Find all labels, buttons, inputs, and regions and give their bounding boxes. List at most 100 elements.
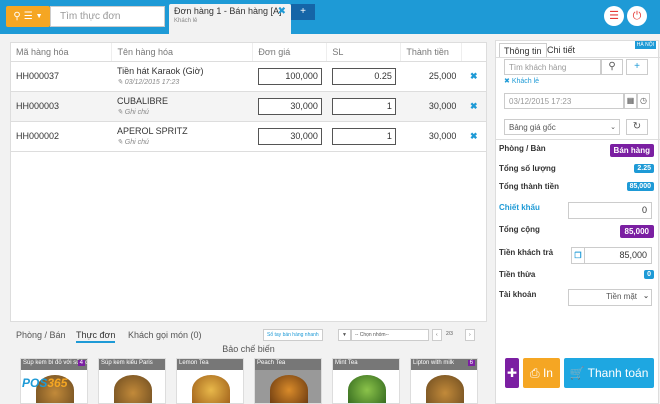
search-icon: ⚲	[13, 11, 21, 22]
order-table: Mã hàng hóa Tên hàng hóa Đơn giá SL Thàn…	[11, 43, 486, 152]
discount-input[interactable]: 0	[568, 202, 652, 219]
item-total: 30,000	[400, 91, 462, 122]
column-header: SL	[326, 43, 402, 62]
checkout-panel: Thông tin Chi tiết HÀ NỘI Tìm khách hàng…	[495, 40, 660, 404]
room-badge: Bán hàng	[609, 144, 654, 157]
delete-icon[interactable]: ✖	[461, 121, 486, 152]
chevron-down-icon: ⌄	[643, 293, 649, 300]
item-name: APEROL SPRITZ	[116, 126, 188, 136]
qty-input[interactable]: 1	[331, 97, 396, 115]
clock-icon[interactable]: ◷	[637, 93, 650, 109]
menu-search-input[interactable]: Tìm thực đơn	[50, 6, 165, 27]
filter-icon[interactable]: ▼	[338, 329, 351, 341]
account-label: Tài khoản	[499, 290, 537, 299]
item-name-cell: Tiền hát Karaok (Giờ) ✎ 03/12/2015 17:23	[111, 61, 253, 92]
account-select[interactable]: Tiền mặt	[568, 289, 652, 306]
item-note[interactable]: ✎ Ghi chú	[117, 108, 248, 116]
delete-icon[interactable]: ✖	[461, 91, 486, 122]
refresh-icon[interactable]: ↻	[626, 119, 648, 135]
price-cell: 30,000	[252, 121, 327, 152]
discount-label[interactable]: Chiết khấu	[499, 203, 540, 212]
column-header: Thành tiền	[400, 43, 462, 62]
product-image	[114, 375, 152, 403]
order-tab-subtitle: Khách lẻ	[174, 18, 198, 24]
table-row: HH000003 CUBALIBRE ✎ Ghi chú 30,000 1 30,…	[11, 91, 486, 122]
qty-input[interactable]: 0.25	[331, 67, 396, 85]
pay-label: Thanh toán	[587, 366, 649, 380]
column-header: Mã hàng hóa	[11, 43, 113, 62]
datetime-input[interactable]: 03/12/2015 17:23	[504, 93, 624, 109]
menu-list-icon[interactable]: ☰	[604, 6, 624, 26]
tab-detail[interactable]: Chi tiết	[543, 43, 579, 57]
cart-icon: 🛒	[569, 366, 585, 380]
bottom-tab-bar: Phòng / Bán Thực đơn Khách gọi món (0) S…	[10, 327, 487, 343]
item-total: 25,000	[400, 61, 462, 92]
delete-icon[interactable]: ✖	[461, 61, 486, 92]
item-name: Tiền hát Karaok (Giờ)	[116, 66, 204, 76]
product-grid: Súp kem bí đỏ với sữa dừa 4 Súp kem kiểu…	[20, 358, 480, 404]
print-button[interactable]: ⎙ In	[523, 358, 560, 388]
total-badge: 85,000	[619, 225, 654, 238]
customer-tag-text: Khách lẻ	[511, 78, 540, 85]
item-note-text: Ghi chú	[124, 109, 149, 116]
product-name: Peach Tea	[255, 359, 321, 370]
close-tab-icon[interactable]: ✖	[278, 6, 286, 17]
item-note[interactable]: ✎ Ghi chú	[117, 138, 248, 146]
paid-input[interactable]: 85,000	[584, 247, 652, 264]
qty-cell: 1	[326, 91, 401, 122]
product-card[interactable]: Mint Tea	[332, 358, 400, 404]
price-input[interactable]: 100,000	[257, 67, 322, 85]
qty-label: Tổng số lượng	[499, 164, 556, 173]
discount-row: Chiết khấu 0	[499, 202, 654, 221]
print-icon: ⎙	[530, 366, 540, 380]
price-list-select[interactable]: Bảng giá gốc ⌄	[504, 119, 620, 135]
tab-rooms[interactable]: Phòng / Bán	[16, 330, 66, 340]
pos365-logo: POS365	[22, 376, 67, 390]
change-label: Tiền thừa	[499, 270, 536, 279]
product-card[interactable]: Lemon Tea	[176, 358, 244, 404]
add-customer-icon[interactable]: +	[626, 59, 648, 75]
prev-page-icon[interactable]: ‹	[432, 329, 442, 341]
next-page-icon[interactable]: ›	[465, 329, 475, 341]
search-icon[interactable]: ⚲	[601, 59, 623, 75]
calendar-icon[interactable]: ▦	[624, 93, 637, 109]
caret-down-icon: ▼	[35, 13, 43, 20]
column-header-blank	[461, 43, 486, 62]
qty-cell: 1	[326, 121, 401, 152]
paid-label: Tiền khách trả	[499, 248, 554, 257]
tab-info[interactable]: Thông tin	[499, 43, 547, 58]
product-card[interactable]: Peach Tea	[254, 358, 322, 404]
item-note[interactable]: ✎ 03/12/2015 17:23	[117, 78, 248, 86]
qty-badge: 2.25	[634, 164, 654, 173]
item-note-text: Ghi chú	[124, 139, 149, 146]
customer-tag[interactable]: ✖ Khách lẻ	[504, 77, 539, 85]
tab-customer-orders[interactable]: Khách gọi món (0)	[128, 330, 202, 340]
product-image	[270, 375, 308, 403]
qty-input[interactable]: 1	[331, 127, 396, 145]
sales-book-button[interactable]: Sổ tay bán hàng nhanh	[263, 329, 323, 341]
product-card[interactable]: Lipton with milk 6	[410, 358, 478, 404]
category-menu-button[interactable]: ⚲ ☰ ▼	[6, 6, 50, 27]
list-icon: ☰	[23, 11, 33, 22]
total-row: Tổng cộng 85,000	[499, 225, 654, 239]
copy-icon[interactable]: ❐	[571, 247, 585, 264]
amount-badge: 85,000	[626, 182, 654, 191]
add-tab-button[interactable]: +	[291, 4, 315, 20]
group-select[interactable]: -- Chọn nhóm--	[351, 329, 429, 341]
product-badge: 6	[467, 360, 475, 366]
tab-menu[interactable]: Thực đơn	[76, 330, 116, 343]
pay-button[interactable]: 🛒 Thanh toán	[564, 358, 654, 388]
item-code: HH000002	[11, 121, 112, 152]
power-icon[interactable]: ⏻	[627, 6, 647, 26]
price-input[interactable]: 30,000	[257, 127, 322, 145]
account-row: Tài khoản Tiền mặt ⌄	[499, 289, 654, 306]
more-actions-button[interactable]: ✚	[505, 358, 519, 388]
customer-search-input[interactable]: Tìm khách hàng	[504, 59, 601, 75]
item-name-cell: CUBALIBRE ✎ Ghi chú	[111, 91, 253, 122]
paid-row: Tiền khách trả ❐ 85,000	[499, 247, 654, 266]
item-code: HH000037	[11, 61, 112, 92]
order-tab[interactable]: Đơn hàng 1 - Bán hàng [A] Khách lẻ ✖	[169, 4, 291, 34]
product-card[interactable]: Súp kem kiểu Paris	[98, 358, 166, 404]
item-note-text: 03/12/2015 17:23	[124, 79, 180, 86]
price-input[interactable]: 30,000	[257, 97, 322, 115]
